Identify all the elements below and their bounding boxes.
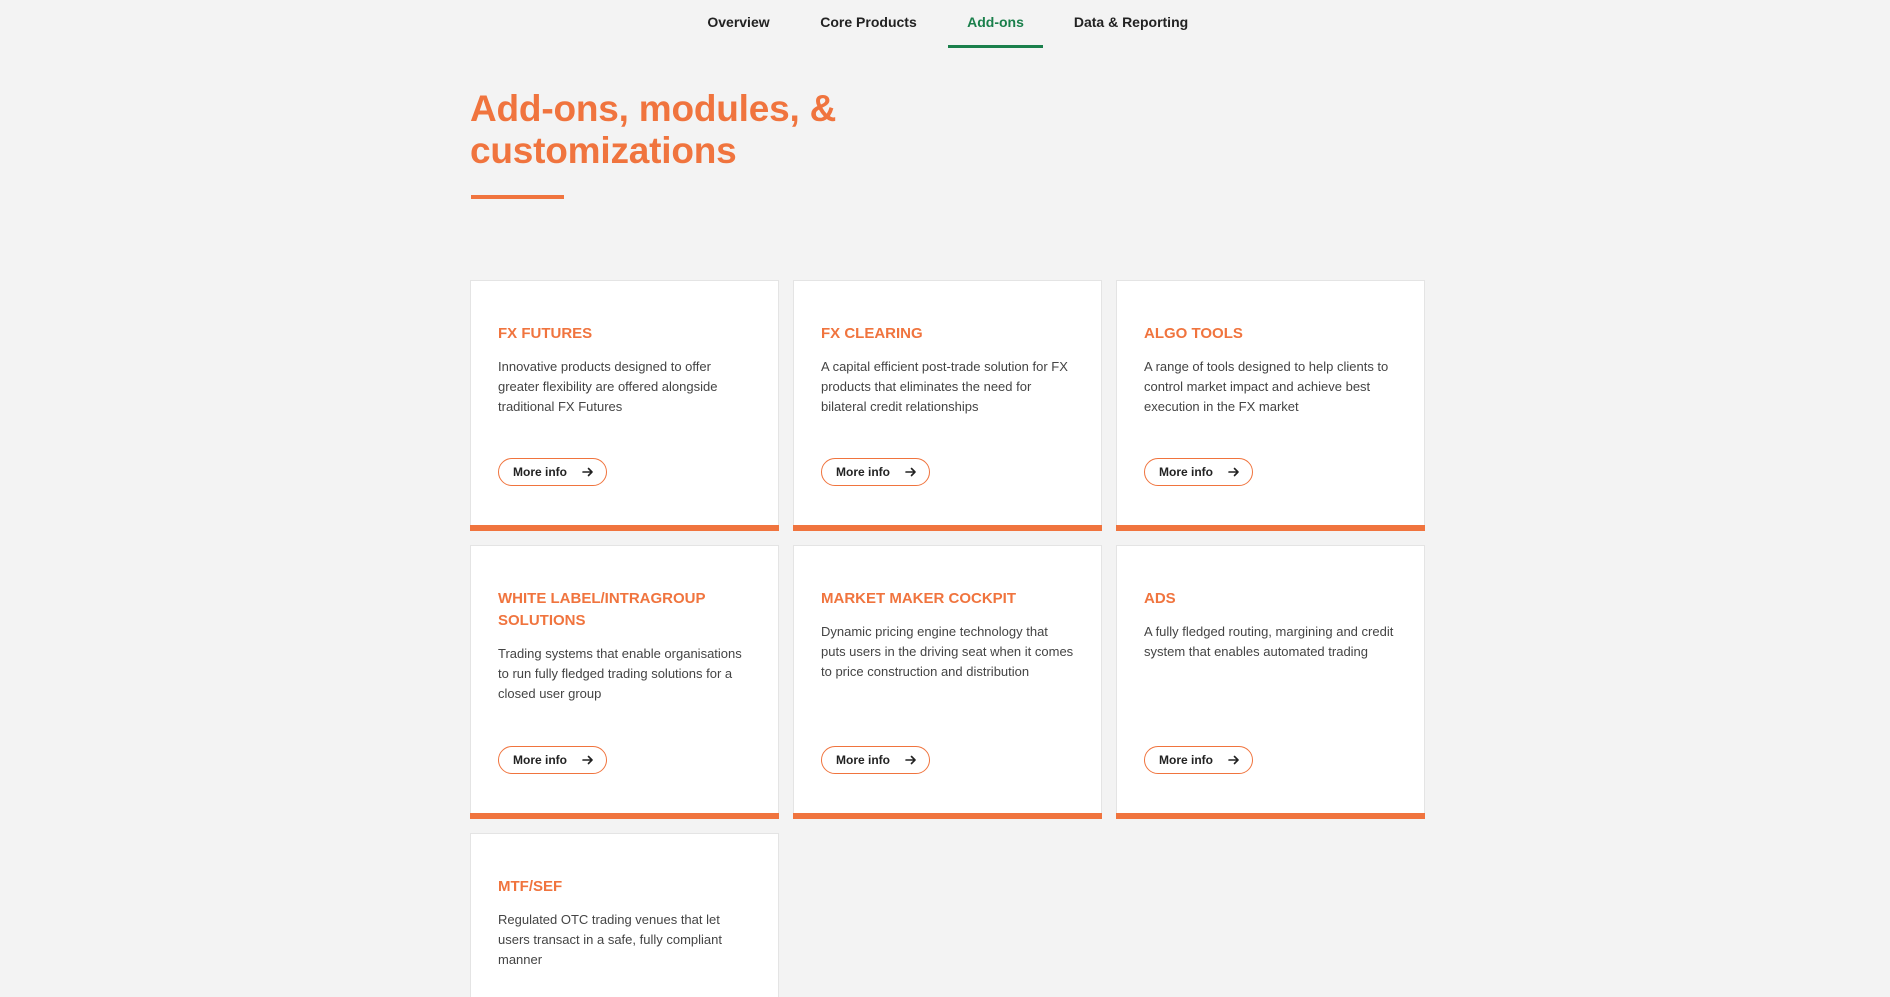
card-accent-bar [793, 525, 1102, 531]
arrow-right-icon [582, 755, 593, 765]
card-title: MTF/SEF [498, 878, 563, 895]
card-description: Trading systems that enable organisation… [498, 646, 742, 701]
card-accent-bar [793, 813, 1102, 819]
button-label: More info [513, 753, 567, 767]
card-accent-bar [1116, 813, 1425, 819]
arrow-right-icon [1228, 755, 1239, 765]
card-algo-tools: ALGO TOOLS A range of tools designed to … [1116, 280, 1425, 531]
card-accent-bar [470, 813, 779, 819]
tab-data-reporting[interactable]: Data & Reporting [1068, 0, 1194, 48]
card-title: ALGO TOOLS [1144, 325, 1243, 342]
arrow-right-icon [905, 467, 916, 477]
card-description: A capital efficient post-trade solution … [821, 359, 1068, 414]
card-description: Dynamic pricing engine technology that p… [821, 624, 1074, 679]
more-info-button[interactable]: More info [1144, 458, 1253, 486]
card-white-label: WHITE LABEL/INTRAGROUP SOLUTIONS Trading… [470, 545, 779, 819]
card-market-maker-cockpit: MARKET MAKER COCKPIT Dynamic pricing eng… [793, 545, 1102, 819]
more-info-button[interactable]: More info [498, 746, 607, 774]
card-title: FX FUTURES [498, 325, 593, 342]
arrow-right-icon [905, 755, 916, 765]
more-info-button[interactable]: More info [821, 746, 930, 774]
card-mtf-sef: MTF/SEF Regulated OTC trading venues tha… [470, 833, 779, 997]
more-info-button[interactable]: More info [498, 458, 607, 486]
card-description: A fully fledged routing, margining and c… [1144, 624, 1394, 659]
tab-core-products[interactable]: Core Products [812, 0, 925, 48]
button-label: More info [836, 465, 890, 479]
card-description: A range of tools designed to help client… [1144, 359, 1389, 414]
card-title: FX CLEARING [821, 325, 923, 342]
arrow-right-icon [1228, 467, 1239, 477]
card-accent-bar [470, 525, 779, 531]
button-label: More info [1159, 753, 1213, 767]
more-info-button[interactable]: More info [1144, 746, 1253, 774]
card-ads: ADS A fully fledged routing, margining a… [1116, 545, 1425, 819]
tab-add-ons[interactable]: Add-ons [948, 0, 1043, 48]
button-label: More info [1159, 465, 1213, 479]
card-accent-bar [1116, 525, 1425, 531]
button-label: More info [836, 753, 890, 767]
card-description: Innovative products designed to offer gr… [498, 359, 718, 414]
arrow-right-icon [582, 467, 593, 477]
card-title: MARKET MAKER COCKPIT [821, 590, 1016, 607]
card-title: ADS [1144, 590, 1176, 607]
card-description: Regulated OTC trading venues that let us… [498, 912, 722, 967]
card-fx-futures: FX FUTURES Innovative products designed … [470, 280, 779, 531]
card-title: WHITE LABEL/INTRAGROUP SOLUTIONS [498, 590, 706, 629]
card-fx-clearing: FX CLEARING A capital efficient post-tra… [793, 280, 1102, 531]
section-tabs: Overview Core Products Add-ons Data & Re… [0, 0, 1890, 48]
tab-overview[interactable]: Overview [700, 0, 777, 48]
heading-underline [471, 195, 564, 199]
button-label: More info [513, 465, 567, 479]
page-heading: Add-ons, modules, & customizations [470, 88, 837, 171]
more-info-button[interactable]: More info [821, 458, 930, 486]
